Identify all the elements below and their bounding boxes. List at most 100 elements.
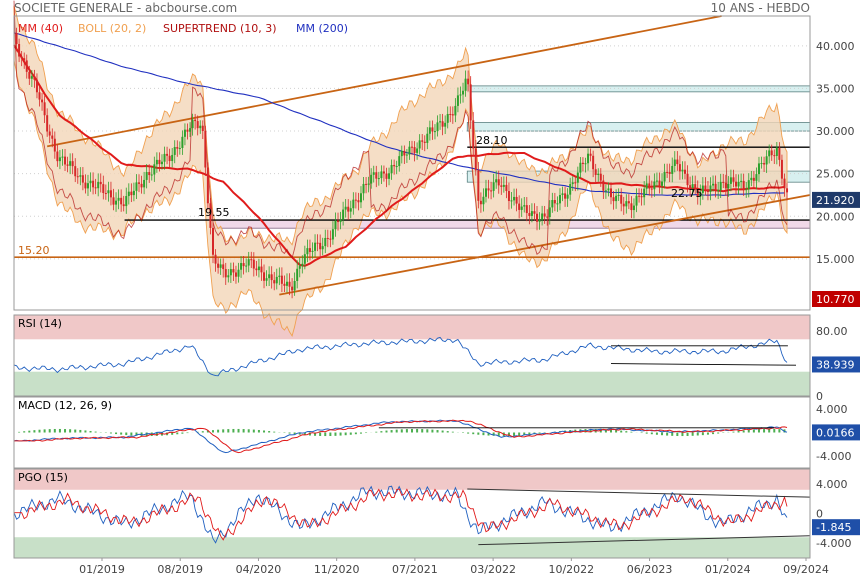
macd-histogram-bar xyxy=(446,431,449,433)
candle-body xyxy=(492,182,495,191)
candle-body xyxy=(469,84,472,121)
candle-body xyxy=(86,183,89,189)
macd-histogram-bar xyxy=(747,429,750,433)
annotation-28-10: 28.10 xyxy=(476,134,508,147)
annotation-19-55: 19.55 xyxy=(198,206,230,219)
candle-body xyxy=(638,195,641,197)
candle-body xyxy=(686,173,689,186)
candle-body xyxy=(724,182,727,189)
candle-body xyxy=(385,173,388,179)
candle-body xyxy=(58,157,61,162)
candle-body xyxy=(349,208,352,212)
candle-body xyxy=(64,156,67,165)
candle-body xyxy=(104,193,107,195)
macd-histogram-bar xyxy=(385,430,388,433)
candle-body xyxy=(326,237,329,239)
macd-histogram-bar xyxy=(451,431,454,433)
candle-body xyxy=(441,121,444,127)
candle-body xyxy=(625,201,628,207)
candle-body xyxy=(283,283,286,286)
candle-body xyxy=(589,153,592,156)
candle-body xyxy=(729,177,732,184)
candle-body xyxy=(329,238,332,240)
candle-body xyxy=(556,203,559,205)
candle-body xyxy=(372,172,375,175)
macd-histogram-bar xyxy=(84,430,87,433)
candle-body xyxy=(365,183,368,185)
candle-body xyxy=(520,206,523,210)
candle-body xyxy=(357,200,360,203)
candle-body xyxy=(525,205,528,214)
rsi-title: RSI (14) xyxy=(18,317,62,330)
pgo-y-tick-label: 0 xyxy=(816,508,823,521)
candle-body xyxy=(436,122,439,132)
candle-body xyxy=(712,183,715,186)
macd-histogram-bar xyxy=(477,432,480,435)
candle-body xyxy=(632,205,635,211)
candle-body xyxy=(610,188,612,198)
candle-body xyxy=(196,121,199,129)
macd-histogram-bar xyxy=(778,429,781,433)
macd-histogram-bar xyxy=(625,431,628,433)
candle-body xyxy=(742,180,745,190)
macd-histogram-bar xyxy=(681,432,684,437)
candle-body xyxy=(439,121,442,123)
candle-body xyxy=(150,174,153,176)
candle-body xyxy=(38,92,41,100)
candle-body xyxy=(390,164,393,174)
macd-histogram-bar xyxy=(349,432,352,435)
candle-body xyxy=(584,163,587,165)
candle-body xyxy=(704,185,707,190)
legend-item-1: MM (40) xyxy=(18,22,63,35)
candle-body xyxy=(490,190,493,192)
macd-histogram-bar xyxy=(237,428,240,433)
candle-body xyxy=(783,178,786,189)
candle-body xyxy=(191,119,194,129)
candle-body xyxy=(566,194,569,199)
candle-body xyxy=(186,129,189,132)
macd-histogram-bar xyxy=(288,432,291,434)
macd-histogram-bar xyxy=(94,431,97,433)
candle-body xyxy=(780,159,783,179)
pgo-trendline-top xyxy=(467,488,811,498)
macd-histogram-bar xyxy=(222,429,225,433)
candle-body xyxy=(89,180,92,184)
candle-body xyxy=(293,280,296,291)
macd-histogram-bar xyxy=(130,432,133,436)
candle-body xyxy=(464,78,467,91)
candle-body xyxy=(661,181,664,186)
candle-body xyxy=(245,265,248,267)
candle-body xyxy=(122,204,125,207)
candle-body xyxy=(285,281,288,286)
macd-histogram-bar xyxy=(742,430,745,433)
candle-body xyxy=(99,181,102,185)
candle-body xyxy=(76,176,79,178)
macd-histogram-bar xyxy=(416,428,419,433)
candle-body xyxy=(558,195,561,204)
candle-body xyxy=(247,259,250,266)
candle-body xyxy=(627,201,630,204)
macd-histogram-bar xyxy=(38,429,41,433)
candle-body xyxy=(594,169,597,175)
candle-body xyxy=(643,188,646,198)
price-y-tick-label: 15.000 xyxy=(816,253,855,266)
candle-body xyxy=(587,153,590,164)
macd-histogram-bar xyxy=(212,430,214,433)
candle-body xyxy=(750,177,753,181)
macd-histogram-bar xyxy=(79,429,82,433)
candle-body xyxy=(183,129,186,137)
macd-histogram-bar xyxy=(640,432,643,434)
macd-histogram-bar xyxy=(395,429,398,433)
macd-histogram-bar xyxy=(431,429,434,433)
macd-y-tick-label: -4.000 xyxy=(816,450,851,463)
stock-chart: 15.000 20.000 25.000 30.000 35.000 40.000 19.5… xyxy=(13,0,860,576)
candle-body xyxy=(163,153,166,162)
candle-body xyxy=(125,196,128,207)
candle-body xyxy=(117,197,120,201)
candle-body xyxy=(683,169,686,174)
candle-body xyxy=(770,150,773,156)
candle-body xyxy=(168,155,171,162)
candle-body xyxy=(308,248,311,252)
candle-body xyxy=(533,211,536,214)
macd-histogram-bar xyxy=(227,429,230,433)
